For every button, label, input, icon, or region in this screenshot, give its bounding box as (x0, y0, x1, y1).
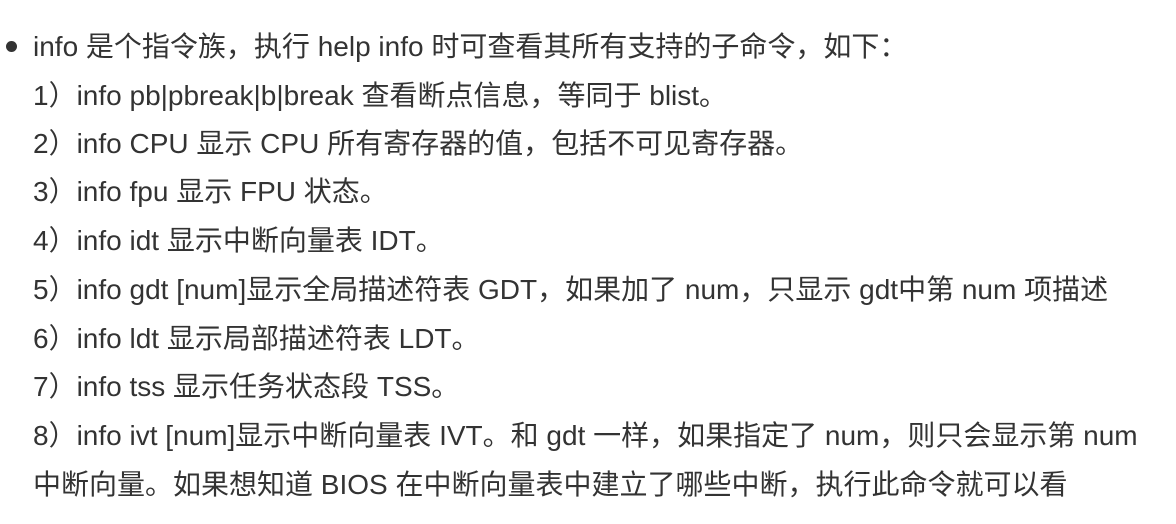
list-item: 4）info idt 显示中断向量表 IDT。 (33, 225, 444, 256)
document-body: info 是个指令族，执行 help info 时可查看其所有支持的子命令，如下… (0, 0, 1176, 524)
list-item: 3）info fpu 显示 FPU 状态。 (33, 176, 388, 207)
list-item: 8）info ivt [num]显示中断向量表 IVT。和 gdt 一样，如果指… (33, 420, 1138, 451)
list-item-continuation: 中断向量。如果想知道 BIOS 在中断向量表中建立了哪些中断，执行此命令就可以看 (33, 469, 1068, 500)
bullet-icon (6, 41, 17, 52)
list-item: 1）info pb|pbreak|b|break 查看断点信息，等同于 blis… (33, 80, 728, 111)
list-item: 2）info CPU 显示 CPU 所有寄存器的值，包括不可见寄存器。 (33, 128, 804, 159)
bullet-intro-text: info 是个指令族，执行 help info 时可查看其所有支持的子命令，如下… (33, 31, 908, 62)
list-item: 6）info ldt 显示局部描述符表 LDT。 (33, 323, 480, 354)
list-item: 5）info gdt [num]显示全局描述符表 GDT，如果加了 num，只显… (33, 274, 1109, 305)
list-item: 7）info tss 显示任务状态段 TSS。 (33, 371, 460, 402)
